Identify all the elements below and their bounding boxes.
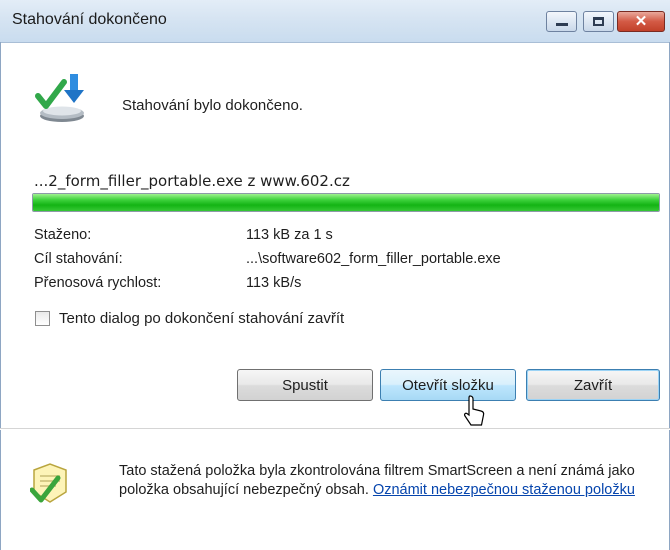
smartscreen-notice: Tato stažená položka byla zkontrolována … [119,462,639,500]
transfer-rate-label: Přenosová rychlost: [34,275,162,291]
window-title: Stahování dokončeno [12,11,167,28]
close-on-complete-checkbox[interactable] [35,311,50,326]
close-window-button[interactable]: ✕ [617,11,665,32]
minimize-button[interactable] [546,11,577,32]
divider-highlight [0,429,670,430]
download-file-line: ...2_form_filler_portable.exe z www.602.… [34,172,350,190]
destination-label: Cíl stahování: [34,251,123,267]
transfer-rate-value: 113 kB/s [246,275,302,291]
run-button[interactable]: Spustit [237,369,373,401]
download-progress-bar [32,193,660,212]
close-icon: ✕ [634,13,648,30]
close-button[interactable]: Zavřít [526,369,660,401]
destination-value: ...\software602_form_filler_portable.exe [246,251,501,267]
mouse-cursor-icon [464,395,485,426]
status-message: Stahování bylo dokončeno. [122,97,303,114]
download-progress-fill [33,194,659,211]
maximize-icon [593,17,604,26]
open-folder-button[interactable]: Otevřít složku [380,369,516,401]
window-frame-left [0,42,1,550]
maximize-button[interactable] [583,11,614,32]
download-complete-icon [35,74,84,122]
minimize-icon [556,23,568,26]
smartscreen-check-icon [30,463,67,503]
report-unsafe-download-link[interactable]: Oznámit nebezpečnou staženou položku [373,482,635,498]
downloaded-label: Staženo: [34,227,92,243]
downloaded-value: 113 kB za 1 s [246,227,333,243]
title-bar[interactable]: Stahování dokončeno ✕ [0,0,670,43]
close-on-complete-label[interactable]: Tento dialog po dokončení stahování zavř… [59,310,344,327]
